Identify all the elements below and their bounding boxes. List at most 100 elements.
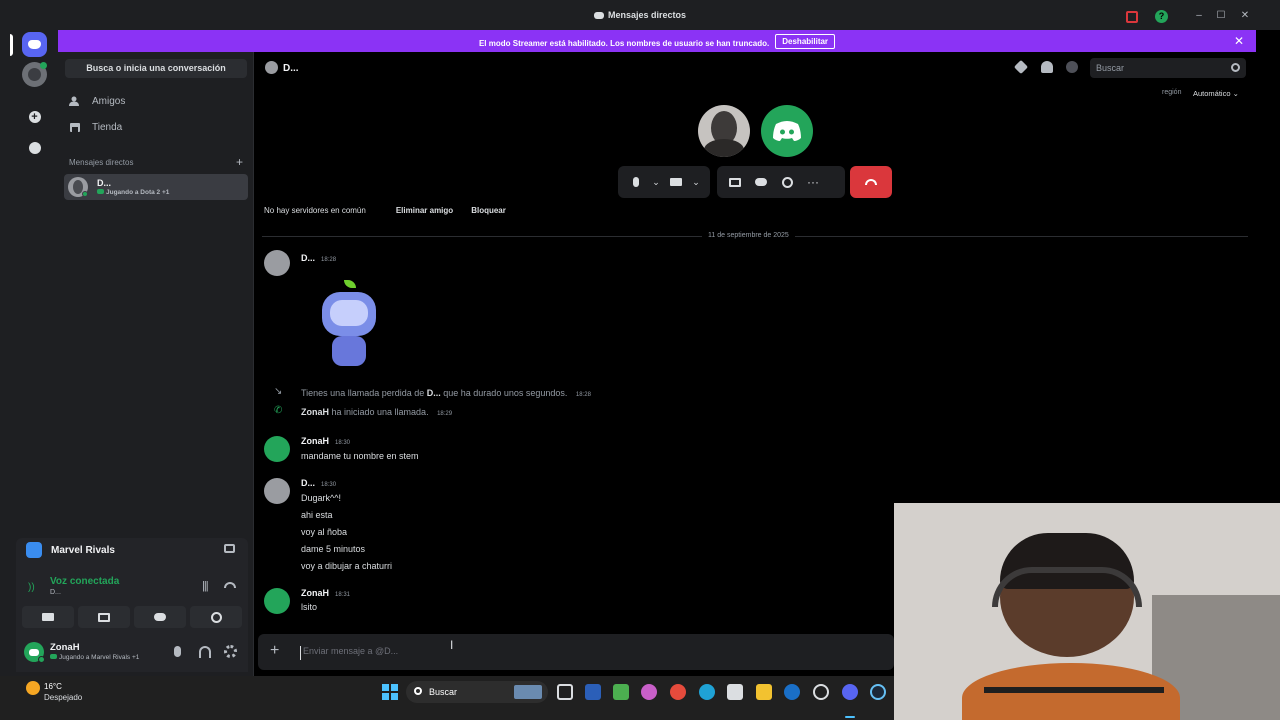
hang-up-icon (865, 179, 877, 185)
edge-icon[interactable] (699, 684, 715, 700)
weather-icon[interactable] (26, 681, 40, 695)
missed-call-author: D... (426, 388, 441, 398)
game-icon (26, 542, 42, 558)
copilot-icon[interactable] (641, 684, 657, 700)
dm-item[interactable]: D... Jugando a Dota 2 +1 (64, 174, 248, 200)
camera-off-icon[interactable] (666, 172, 686, 192)
dm-activity-extra: +1 (162, 189, 170, 196)
discord-logo-icon (28, 40, 41, 49)
screen-share-icon[interactable] (725, 172, 745, 192)
attach-plus-icon[interactable]: + (270, 643, 279, 659)
user-status-dot (38, 656, 45, 663)
profile-icon[interactable] (1066, 61, 1078, 73)
message-avatar[interactable] (264, 250, 290, 276)
camera-options-chevron-icon[interactable]: ⌄ (692, 172, 700, 192)
sidebar-item-label: Tienda (92, 121, 123, 133)
minecraft-icon[interactable] (613, 684, 629, 700)
message-avatar[interactable] (264, 436, 290, 462)
camera-button[interactable] (22, 606, 74, 628)
message-text: Dugark^^! (301, 493, 341, 503)
pin-icon[interactable] (1013, 59, 1029, 75)
windows-logo-part (382, 684, 389, 691)
close-banner-icon[interactable]: ✕ (1234, 34, 1244, 48)
region-select[interactable]: Automático ⌄ (1193, 89, 1239, 98)
microphone-icon[interactable] (174, 646, 181, 657)
activities-button[interactable] (134, 606, 186, 628)
store-icon[interactable] (727, 684, 743, 700)
voice-channel: D... (50, 589, 61, 596)
create-dm-icon[interactable]: + (236, 155, 243, 169)
webcam-headphones (992, 567, 1142, 607)
sidebar-item-friends[interactable]: Amigos (66, 90, 248, 112)
remote-desktop-icon[interactable] (784, 684, 800, 700)
message-author[interactable]: ZonaH (301, 436, 329, 446)
find-conversation-button[interactable]: Busca o inicia una conversación (65, 59, 247, 78)
missed-call-message: Tienes una llamada perdida de D... que h… (301, 388, 591, 398)
mic-options-chevron-icon[interactable]: ⌄ (652, 172, 660, 192)
help-icon[interactable]: ? (1155, 10, 1168, 23)
taskbar-search-label: Buscar (429, 687, 458, 697)
hang-up-button[interactable] (850, 166, 892, 198)
sticker-leaf (344, 280, 356, 288)
self-avatar[interactable] (761, 105, 813, 157)
close-window-button[interactable]: ✕ (1240, 11, 1250, 21)
discord-logo-icon (29, 648, 39, 656)
remove-friend-button[interactable]: Eliminar amigo (396, 206, 453, 215)
call-started-text: ha iniciado una llamada. (329, 407, 429, 417)
discover-button[interactable] (22, 135, 47, 160)
message-text: voy a dibujar a chaturri (301, 561, 393, 571)
soundboard-button[interactable] (190, 606, 242, 628)
inbox-icon[interactable] (1126, 11, 1138, 23)
date-label: 11 de septiembre de 2025 (702, 232, 795, 239)
message-time: 18:29 (437, 411, 453, 417)
message-input[interactable]: Enviar mensaje a @D... (300, 646, 860, 660)
sidebar-item-shop[interactable]: Tienda (66, 116, 248, 138)
headphones-icon[interactable] (199, 646, 211, 658)
webcam-overlay (894, 503, 1280, 720)
home-button[interactable] (22, 32, 47, 57)
game-overlay-icon[interactable] (224, 544, 235, 553)
message-avatar[interactable] (264, 478, 290, 504)
minimize-button[interactable]: – (1194, 11, 1204, 21)
add-server-button[interactable]: + (22, 104, 47, 129)
more-options-icon[interactable]: ··· (803, 172, 823, 192)
message-text: ahi esta (301, 510, 333, 520)
discord-taskbar-icon[interactable] (842, 684, 858, 700)
file-explorer-icon[interactable] (756, 684, 772, 700)
disable-streamer-button[interactable]: Deshabilitar (775, 34, 836, 49)
windows-logo-part (382, 693, 389, 700)
chrome-icon[interactable] (670, 684, 686, 700)
participant-avatar[interactable] (698, 105, 750, 157)
snipping-tool-icon[interactable] (813, 684, 829, 700)
signal-icon: )) (28, 582, 35, 593)
message-author[interactable]: D... (301, 478, 315, 488)
disconnect-icon[interactable] (224, 582, 236, 588)
search-input[interactable]: Buscar (1090, 58, 1246, 78)
task-view-icon[interactable] (557, 684, 573, 700)
microphone-icon[interactable] (626, 172, 646, 192)
block-button[interactable]: Bloquear (471, 206, 506, 215)
mutual-servers-text: No hay servidores en común (264, 206, 366, 215)
share-screen-button[interactable] (78, 606, 130, 628)
message-author[interactable]: D... (301, 253, 315, 263)
sticker-image[interactable] (314, 278, 386, 368)
missed-call-icon: ↘ (274, 386, 283, 397)
message-avatar[interactable] (264, 588, 290, 614)
message-time: 18:28 (575, 392, 591, 398)
add-friends-icon[interactable] (1041, 61, 1053, 73)
steam-icon[interactable] (870, 684, 886, 700)
gamepad-icon[interactable] (751, 172, 771, 192)
message-author[interactable]: ZonaH (301, 588, 329, 598)
message-text: voy al ñoba (301, 527, 348, 537)
taskbar-search[interactable]: Buscar (406, 681, 548, 703)
noise-suppression-icon[interactable]: ||| (202, 580, 209, 592)
settings-gear-icon[interactable] (224, 645, 237, 658)
title-bar: Mensajes directos ? – ☐ ✕ (0, 0, 1280, 30)
soundboard-icon[interactable] (777, 172, 797, 192)
text-cursor-icon: I (450, 638, 454, 652)
game-controller-icon (50, 654, 57, 659)
maximize-button[interactable]: ☐ (1216, 11, 1226, 21)
word-icon[interactable] (585, 684, 601, 700)
header-name[interactable]: D... (283, 63, 299, 74)
start-button[interactable] (382, 684, 398, 700)
